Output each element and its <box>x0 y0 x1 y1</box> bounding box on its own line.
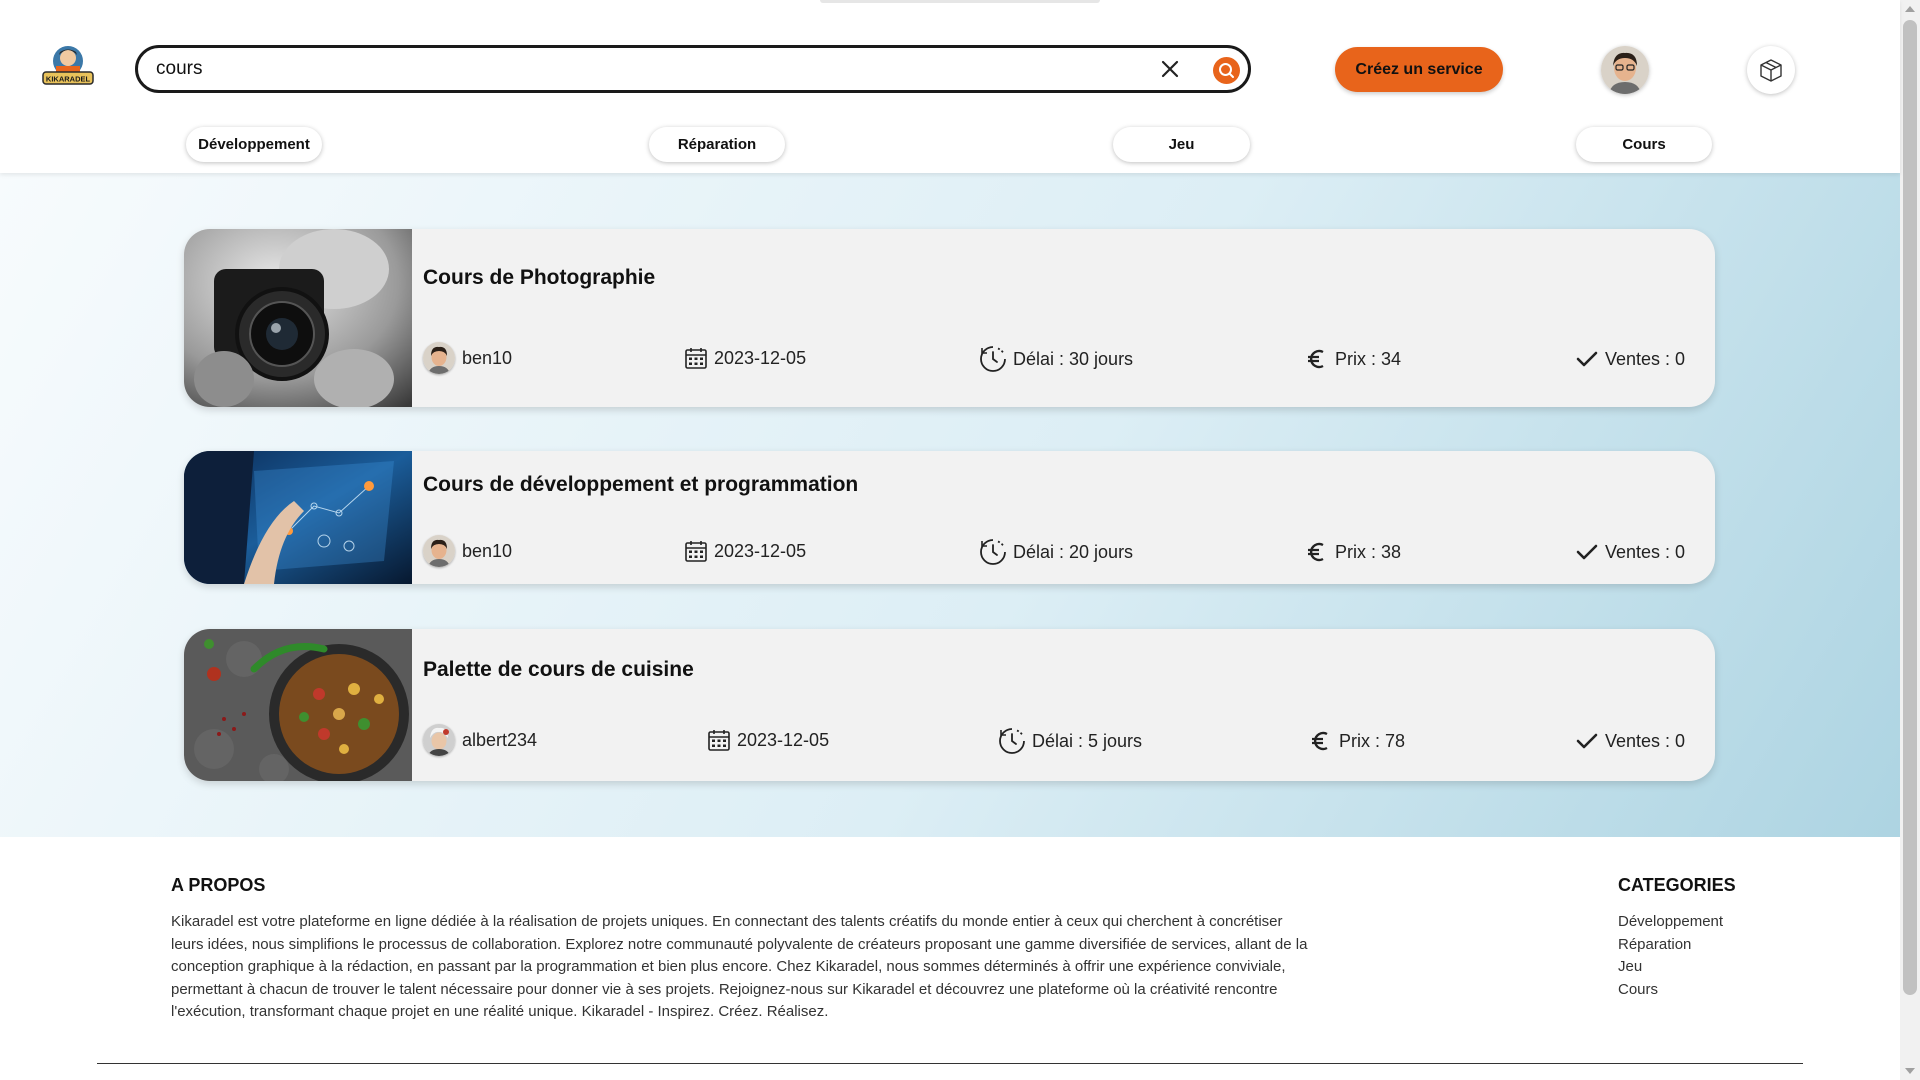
category-pill-reparation[interactable]: Réparation <box>649 127 785 162</box>
service-title: Palette de cours de cuisine <box>423 658 694 681</box>
search-button[interactable] <box>1213 57 1240 84</box>
service-delay: Délai : 30 jours <box>979 345 1133 373</box>
service-sales: Ventes : 0 <box>1575 540 1685 564</box>
scroll-down-arrow[interactable] <box>1905 1068 1915 1074</box>
seller-name: albert234 <box>462 729 538 750</box>
calendar-icon <box>708 730 730 751</box>
price-text: Prix : 38 <box>1335 541 1402 562</box>
service-seller: ben10 <box>423 342 512 374</box>
clock-icon <box>980 539 1006 565</box>
create-service-button[interactable]: Créez un service <box>1335 47 1503 92</box>
service-price: Prix : 34 <box>1305 347 1401 371</box>
service-date: 2023-12-05 <box>684 346 806 370</box>
about-text: Kikaradel est votre plateforme en ligne … <box>171 913 1308 1021</box>
price-text: Prix : 78 <box>1339 730 1406 751</box>
calendar-icon <box>685 541 707 562</box>
logo-text: KIKARADEL <box>46 75 91 84</box>
delay-text: Délai : 5 jours <box>1032 730 1143 751</box>
service-date: 2023-12-05 <box>684 539 806 563</box>
check-icon <box>1576 351 1598 367</box>
delay-text: Délai : 30 jours <box>1013 348 1134 369</box>
seller-name: ben10 <box>462 540 513 561</box>
seller-name: ben10 <box>462 347 513 368</box>
service-date: 2023-12-05 <box>707 728 829 752</box>
scroll-up-arrow[interactable] <box>1905 6 1915 12</box>
category-pill-jeu[interactable]: Jeu <box>1113 127 1250 162</box>
clock-icon <box>999 728 1025 754</box>
clear-search-button[interactable] <box>1155 54 1185 84</box>
service-price: Prix : 38 <box>1305 540 1401 564</box>
search-input[interactable] <box>156 56 1136 82</box>
category-pill-cours[interactable]: Cours <box>1576 127 1712 162</box>
sales-text: Ventes : 0 <box>1605 541 1686 562</box>
calendar-icon <box>685 348 707 369</box>
seller-avatar <box>423 724 455 756</box>
box-icon <box>1760 59 1782 82</box>
category-pill-developpement[interactable]: Développement <box>186 127 322 162</box>
footer-divider <box>97 1063 1803 1064</box>
logo[interactable]: KIKARADEL <box>40 43 96 87</box>
avatar[interactable] <box>1601 46 1649 94</box>
close-icon <box>1161 60 1179 78</box>
header: KIKARADEL Créez un service <box>0 0 1900 173</box>
date-text: 2023-12-05 <box>714 540 807 561</box>
service-image <box>184 451 412 584</box>
about-title: A PROPOS <box>171 875 266 895</box>
service-image <box>184 229 412 407</box>
euro-icon <box>1308 349 1324 369</box>
footer-category-developpement[interactable]: Développement <box>1618 913 1723 930</box>
seller-avatar <box>423 535 455 567</box>
euro-icon <box>1312 731 1328 751</box>
sales-text: Ventes : 0 <box>1605 730 1686 751</box>
scrollbar[interactable] <box>1900 0 1920 1080</box>
price-text: Prix : 34 <box>1335 348 1402 369</box>
clock-icon <box>980 346 1006 372</box>
categories-title: CATEGORIES <box>1618 875 1736 895</box>
service-seller: albert234 <box>423 724 537 756</box>
service-title: Cours de développement et programmation <box>423 473 859 496</box>
delay-text: Délai : 20 jours <box>1013 541 1134 562</box>
results-area: Cours de Photographie ben10 2023-12-05 D… <box>0 173 1900 837</box>
footer-category-cours[interactable]: Cours <box>1618 981 1658 998</box>
service-sales: Ventes : 0 <box>1575 347 1685 371</box>
service-sales: Ventes : 0 <box>1575 729 1685 753</box>
service-title: Cours de Photographie <box>423 266 656 289</box>
orders-button[interactable] <box>1747 46 1795 94</box>
service-price: Prix : 78 <box>1309 729 1405 753</box>
service-card[interactable]: Cours de développement et programmation … <box>184 451 1715 584</box>
euro-icon <box>1308 542 1324 562</box>
search-bar <box>135 45 1251 93</box>
seller-avatar <box>423 342 455 374</box>
search-icon <box>1219 63 1234 78</box>
service-delay: Délai : 20 jours <box>979 538 1133 566</box>
service-card[interactable]: Cours de Photographie ben10 2023-12-05 D… <box>184 229 1715 407</box>
footer-category-reparation[interactable]: Réparation <box>1618 936 1691 953</box>
check-icon <box>1576 733 1598 749</box>
service-image <box>184 629 412 781</box>
footer: A PROPOS Kikaradel est votre plateforme … <box>0 837 1900 1080</box>
date-text: 2023-12-05 <box>737 729 830 750</box>
service-seller: ben10 <box>423 535 512 567</box>
top-edge <box>820 0 1100 3</box>
sales-text: Ventes : 0 <box>1605 348 1686 369</box>
footer-category-jeu[interactable]: Jeu <box>1618 958 1642 975</box>
date-text: 2023-12-05 <box>714 347 807 368</box>
service-delay: Délai : 5 jours <box>998 727 1142 755</box>
check-icon <box>1576 544 1598 560</box>
service-card[interactable]: Palette de cours de cuisine albert234 20… <box>184 629 1715 781</box>
scroll-thumb[interactable] <box>1903 20 1917 995</box>
